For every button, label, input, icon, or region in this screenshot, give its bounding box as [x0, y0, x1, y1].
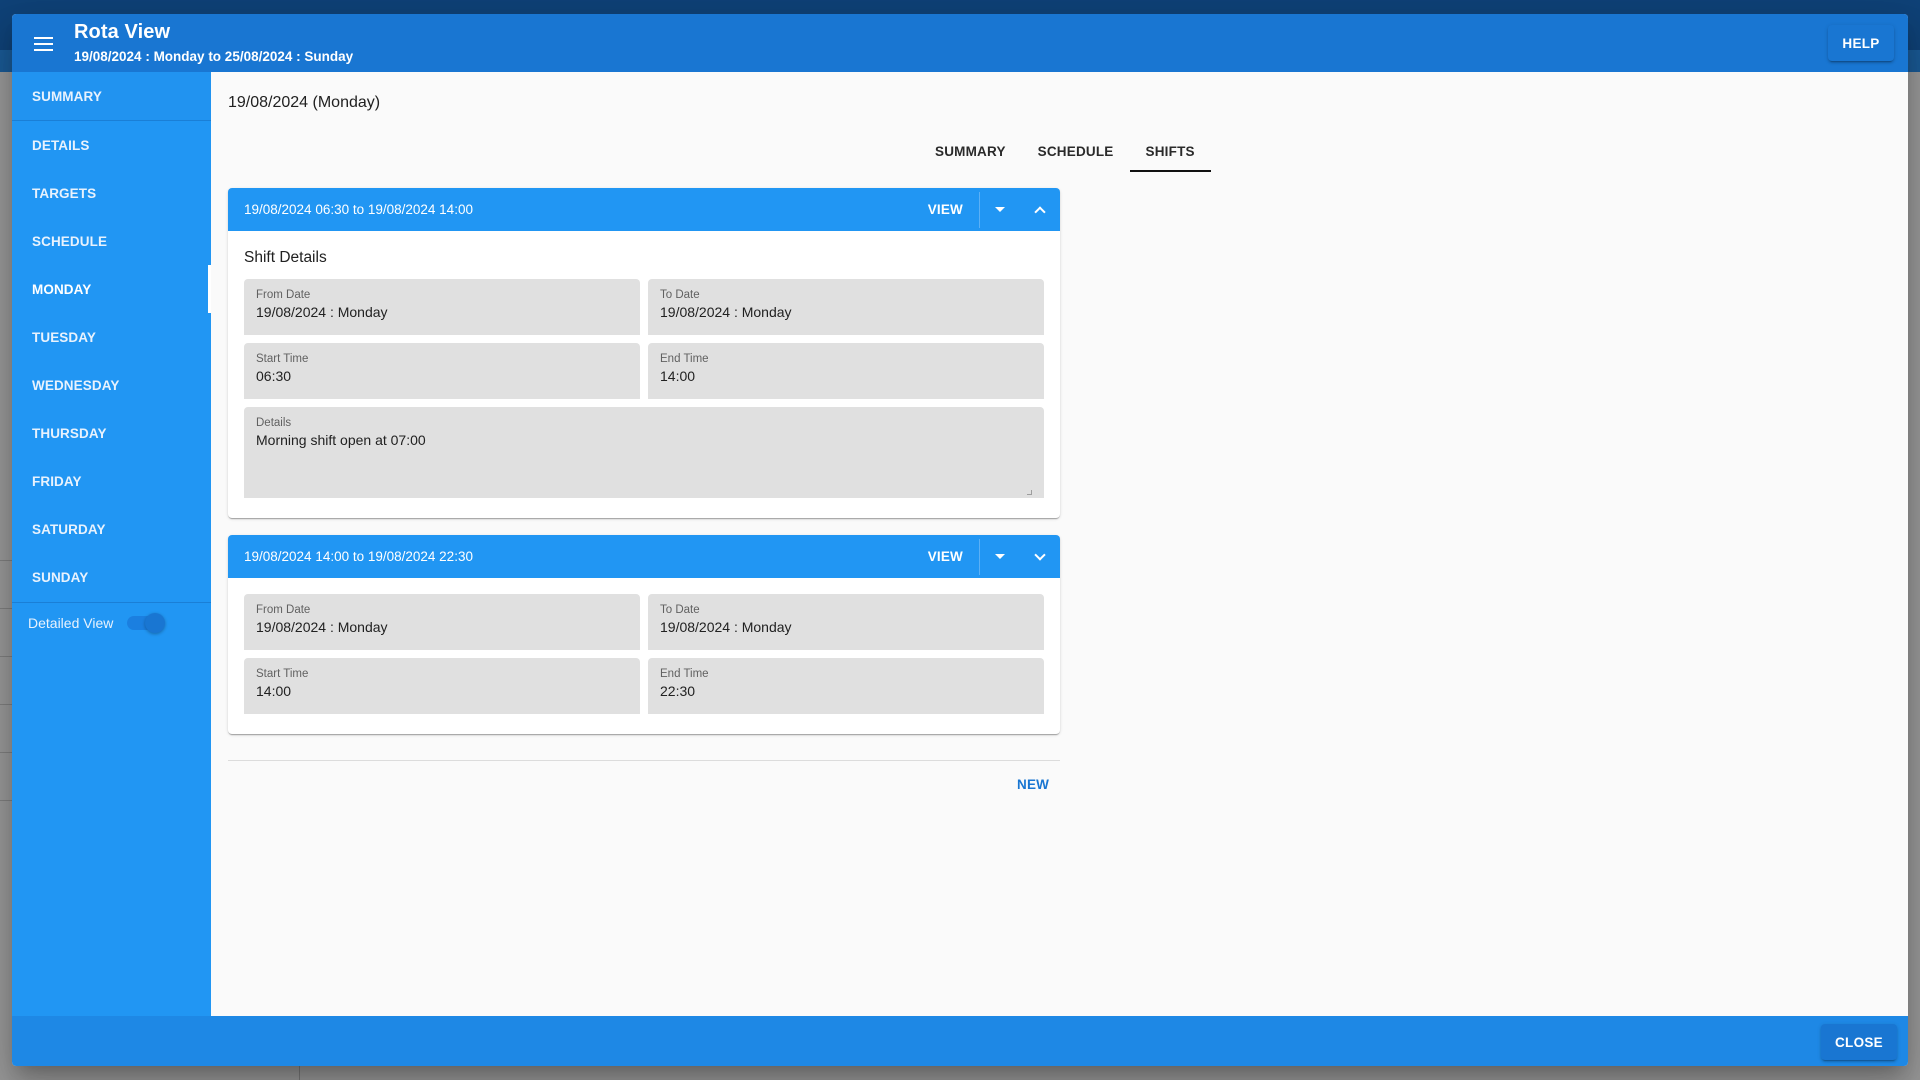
shift-actions: VIEW [912, 188, 1060, 231]
details-textarea[interactable]: Details Morning shift open at 07:00 [244, 407, 1044, 498]
detailed-view-toggle[interactable] [127, 613, 166, 633]
sidebar-item-targets[interactable]: TARGETS [12, 169, 211, 217]
sidebar-item-schedule[interactable]: SCHEDULE [12, 217, 211, 265]
sidebar-item-wednesday[interactable]: WEDNESDAY [12, 361, 211, 409]
shift-card-body: From Date 19/08/2024 : Monday To Date 19… [228, 578, 1060, 734]
shift-card-body: Shift Details From Date 19/08/2024 : Mon… [228, 231, 1060, 518]
field-value: 06:30 [256, 368, 292, 384]
field-label: To Date [660, 289, 700, 301]
end-time-field[interactable]: End Time 22:30 [648, 658, 1044, 714]
sidebar-item-thursday[interactable]: THURSDAY [12, 409, 211, 457]
field-label: End Time [660, 353, 709, 365]
shift-card-header[interactable]: 19/08/2024 14:00 to 19/08/2024 22:30 VIE… [228, 535, 1060, 578]
hamburger-menu-icon[interactable] [30, 31, 56, 57]
list-divider [228, 760, 1060, 761]
chevron-down-icon [1034, 548, 1046, 561]
from-date-field[interactable]: From Date 19/08/2024 : Monday [244, 279, 640, 335]
dropdown-menu-button[interactable] [980, 188, 1020, 231]
toggle-knob[interactable] [145, 613, 166, 633]
caret-down-icon [995, 207, 1005, 212]
field-label: Start Time [256, 668, 309, 680]
tab-summary[interactable]: SUMMARY [919, 130, 1022, 172]
field-value: 22:30 [660, 683, 696, 699]
expand-button[interactable] [1020, 535, 1060, 578]
field-value: 19/08/2024 : Monday [256, 619, 388, 635]
tab-shifts[interactable]: SHIFTS [1129, 130, 1211, 172]
detailed-view-row: Detailed View [12, 603, 211, 643]
field-value: 14:00 [256, 683, 292, 699]
sidebar-item-saturday[interactable]: SATURDAY [12, 505, 211, 553]
field-label: Details [256, 417, 292, 429]
field-label: From Date [256, 604, 311, 616]
resize-handle-icon[interactable] [1027, 490, 1032, 495]
start-time-field[interactable]: Start Time 06:30 [244, 343, 640, 399]
sidebar-item-monday[interactable]: MONDAY [12, 265, 211, 313]
shift-title: 19/08/2024 06:30 to 19/08/2024 14:00 [244, 202, 473, 217]
help-button[interactable]: HELP [1828, 25, 1894, 61]
date-range-subtitle: 19/08/2024 : Monday to 25/08/2024 : Sund… [74, 49, 354, 64]
detailed-view-label: Detailed View [28, 615, 114, 631]
dialog-title: Rota View [74, 21, 171, 43]
shift-title: 19/08/2024 14:00 to 19/08/2024 22:30 [244, 549, 473, 564]
sidebar-item-tuesday[interactable]: TUESDAY [12, 313, 211, 361]
date-heading: 19/08/2024 (Monday) [228, 94, 381, 111]
shift-card-header[interactable]: 19/08/2024 06:30 to 19/08/2024 14:00 VIE… [228, 188, 1060, 231]
rota-view-dialog: Rota View 19/08/2024 : Monday to 25/08/2… [12, 14, 1908, 1066]
background-divider [299, 1066, 300, 1080]
chevron-up-icon [1034, 205, 1046, 218]
field-label: To Date [660, 604, 700, 616]
field-label: From Date [256, 289, 311, 301]
field-label: Start Time [256, 353, 309, 365]
field-label: End Time [660, 668, 709, 680]
view-button[interactable]: VIEW [912, 202, 979, 217]
dialog-header: Rota View 19/08/2024 : Monday to 25/08/2… [12, 14, 1908, 72]
collapse-button[interactable] [1020, 188, 1060, 231]
field-value: 19/08/2024 : Monday [660, 304, 792, 320]
sidebar-item-sunday[interactable]: SUNDAY [12, 553, 211, 601]
field-value: 19/08/2024 : Monday [256, 304, 388, 320]
sidebar-item-friday[interactable]: FRIDAY [12, 457, 211, 505]
shift-card: 19/08/2024 06:30 to 19/08/2024 14:00 VIE… [228, 188, 1060, 518]
from-date-field[interactable]: From Date 19/08/2024 : Monday [244, 594, 640, 650]
view-button[interactable]: VIEW [912, 549, 979, 564]
field-value: 19/08/2024 : Monday [660, 619, 792, 635]
field-value: Morning shift open at 07:00 [256, 432, 426, 448]
close-button[interactable]: CLOSE [1821, 1024, 1897, 1060]
tab-schedule[interactable]: SCHEDULE [1022, 130, 1130, 172]
shift-details-heading: Shift Details [244, 249, 327, 266]
end-time-field[interactable]: End Time 14:00 [648, 343, 1044, 399]
to-date-field[interactable]: To Date 19/08/2024 : Monday [648, 279, 1044, 335]
caret-down-icon [995, 554, 1005, 559]
start-time-field[interactable]: Start Time 14:00 [244, 658, 640, 714]
new-shift-button[interactable]: NEW [1017, 777, 1049, 792]
day-tabs: SUMMARY SCHEDULE SHIFTS [919, 130, 1211, 172]
sidebar-item-summary[interactable]: SUMMARY [12, 72, 211, 121]
shift-card: 19/08/2024 14:00 to 19/08/2024 22:30 VIE… [228, 535, 1060, 734]
dropdown-menu-button[interactable] [980, 535, 1020, 578]
sidebar-item-details[interactable]: DETAILS [12, 121, 211, 169]
shift-actions: VIEW [912, 535, 1060, 578]
field-value: 14:00 [660, 368, 696, 384]
sidebar-nav: SUMMARY DETAILS TARGETS SCHEDULE MONDAY … [12, 72, 211, 1016]
to-date-field[interactable]: To Date 19/08/2024 : Monday [648, 594, 1044, 650]
main-content: 19/08/2024 (Monday) SUMMARY SCHEDULE SHI… [211, 72, 1908, 1016]
dialog-footer: CLOSE [12, 1016, 1908, 1066]
